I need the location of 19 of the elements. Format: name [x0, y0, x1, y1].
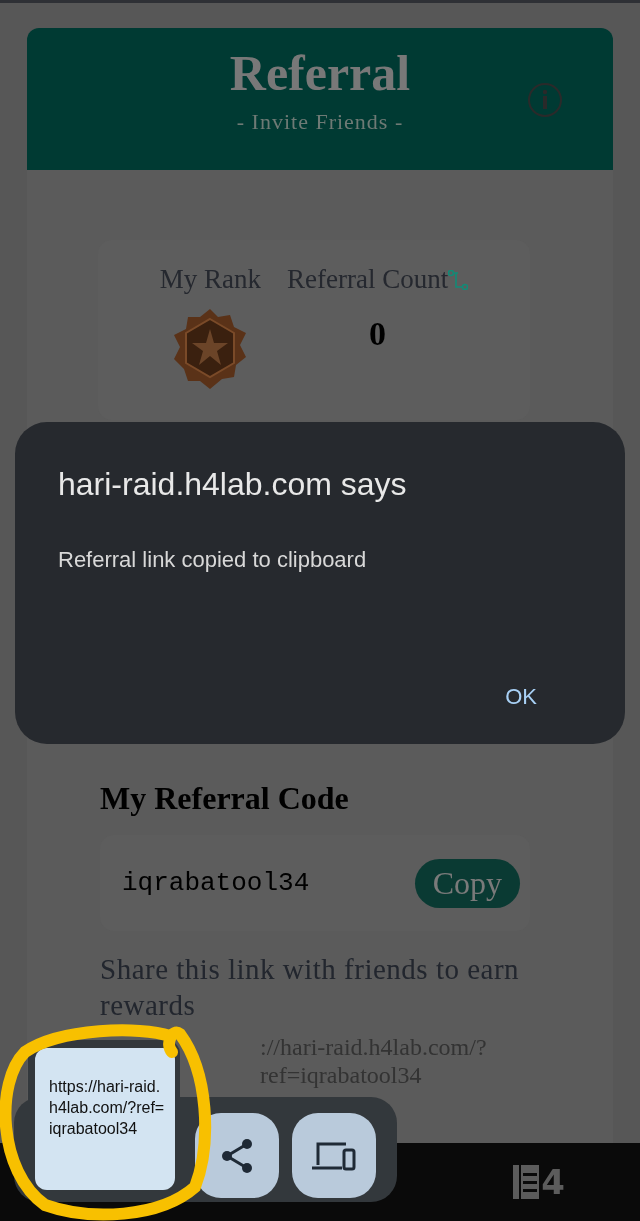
devices-button[interactable] — [292, 1113, 376, 1198]
count-label: Referral Count — [287, 264, 449, 295]
rank-label: My Rank — [159, 264, 261, 295]
clipboard-preview[interactable]: https://hari-raid.h4lab.com/?ref=iqrabatool34 — [35, 1048, 175, 1190]
logo-text: 4 — [541, 1162, 565, 1202]
devices-icon — [312, 1140, 356, 1171]
referral-code: iqrabatool34 — [122, 868, 310, 898]
page-title: Referral — [229, 46, 411, 101]
logo-icon — [513, 1165, 540, 1199]
dialog-title: hari-raid.h4lab.com says — [58, 466, 408, 503]
rank-badge-icon — [174, 309, 247, 389]
referral-count: 0 — [369, 315, 387, 353]
dialog-message: Referral link copied to clipboard — [58, 547, 368, 573]
share-text: Share this link with friends to earn rewards — [100, 952, 521, 1023]
share-icon — [220, 1137, 254, 1174]
connection-icon — [448, 269, 469, 290]
page-subtitle: - Invite Friends - — [236, 109, 404, 135]
section-heading: My Referral Code — [100, 780, 350, 817]
ok-button[interactable]: OK — [505, 678, 537, 716]
